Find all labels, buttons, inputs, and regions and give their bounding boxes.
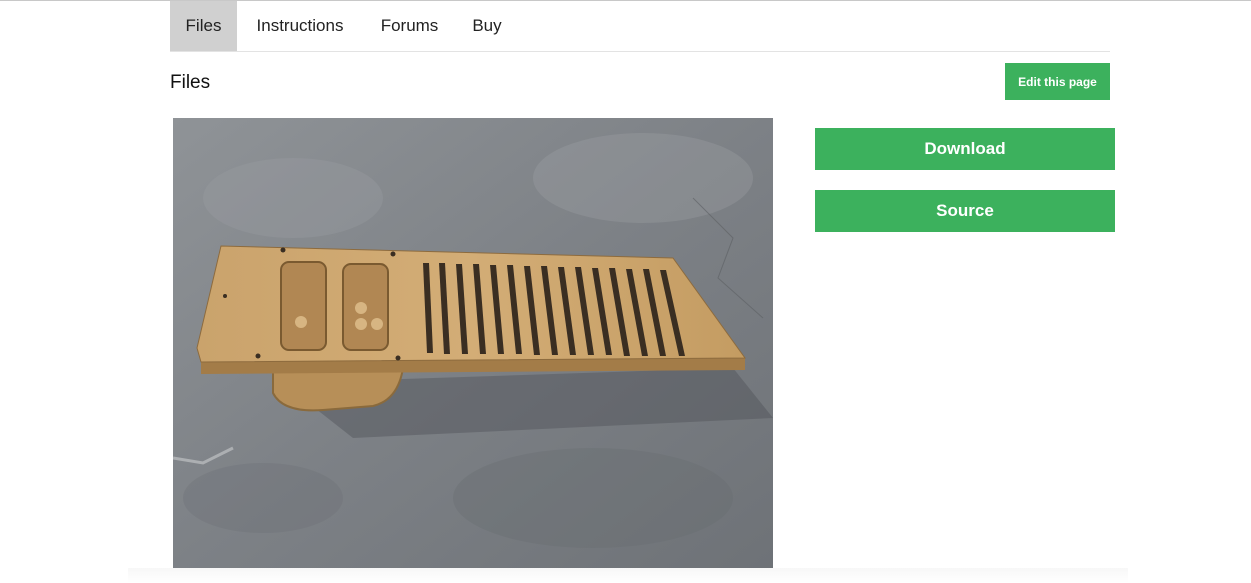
tab-buy[interactable]: Buy [456,1,518,51]
tab-files[interactable]: Files [170,1,237,51]
product-photo [173,118,773,568]
source-button[interactable]: Source [815,190,1115,232]
footer-divider [128,568,1128,583]
tab-instructions[interactable]: Instructions [237,1,363,51]
tab-forums[interactable]: Forums [363,1,456,51]
tab-bar: Files Instructions Forums Buy [170,1,1110,52]
page-title: Files [170,72,211,93]
edit-page-button[interactable]: Edit this page [1005,63,1110,100]
download-button[interactable]: Download [815,128,1115,170]
